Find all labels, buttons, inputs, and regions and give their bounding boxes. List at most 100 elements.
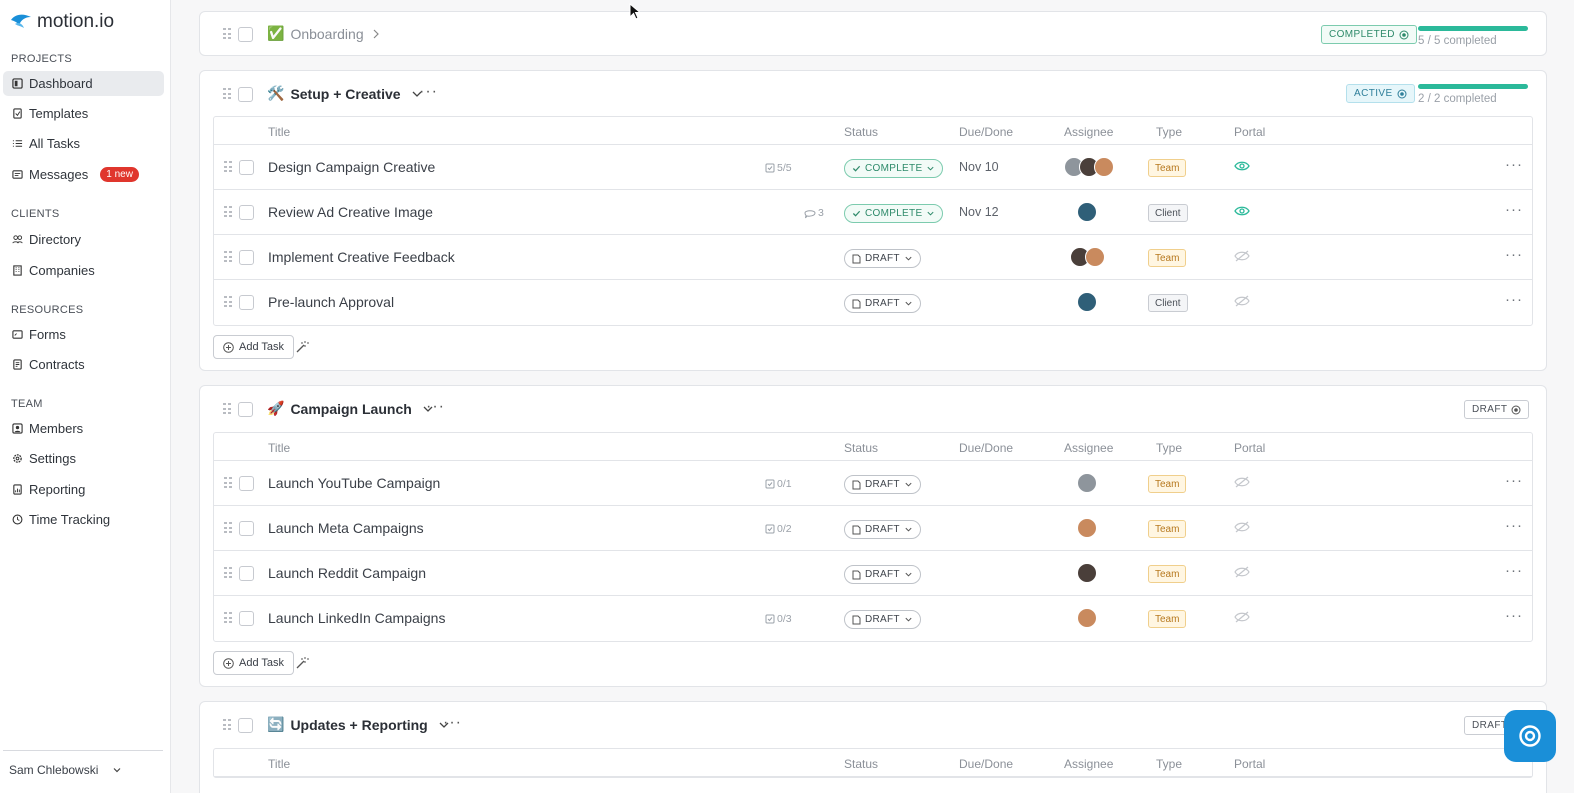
task-checkbox[interactable] (239, 521, 254, 536)
column-status[interactable]: Status (844, 125, 878, 139)
sidebar-item-contracts[interactable]: Contracts (3, 352, 164, 377)
column-portal[interactable]: Portal (1234, 125, 1265, 139)
sidebar-item-forms[interactable]: Forms (3, 322, 164, 347)
task-title[interactable]: Implement Creative Feedback (268, 249, 455, 265)
column-type[interactable]: Type (1156, 757, 1182, 771)
table-row[interactable]: Implement Creative Feedback DRAFT Team ·… (214, 235, 1532, 280)
task-title[interactable]: Launch Reddit Campaign (268, 565, 426, 581)
drag-handle-icon[interactable] (224, 296, 232, 308)
eye-off-icon[interactable] (1234, 294, 1250, 308)
assignee-avatars[interactable] (1077, 473, 1097, 493)
task-type-badge[interactable]: Team (1148, 610, 1187, 628)
project-checkbox[interactable] (238, 27, 253, 42)
sidebar-item-time-tracking[interactable]: Time Tracking (3, 507, 164, 532)
task-checkbox[interactable] (239, 205, 254, 220)
drag-handle-icon[interactable] (223, 403, 231, 415)
eye-off-icon[interactable] (1234, 610, 1250, 624)
project-status-badge[interactable]: COMPLETED (1321, 25, 1417, 44)
project-checkbox[interactable] (238, 402, 253, 417)
project-title[interactable]: 🛠️ Setup + Creative (267, 85, 423, 102)
task-title[interactable]: Launch YouTube Campaign (268, 475, 440, 491)
task-status-dropdown[interactable]: DRAFT (844, 475, 921, 494)
task-title[interactable]: Launch Meta Campaigns (268, 520, 424, 536)
eye-off-icon[interactable] (1234, 565, 1250, 579)
chevron-right-icon[interactable] (370, 28, 382, 40)
project-more-icon[interactable]: ··· (419, 83, 438, 101)
table-row[interactable]: Launch Meta Campaigns 0/2 DRAFT Team ··· (214, 506, 1532, 551)
column-due[interactable]: Due/Done (959, 441, 1013, 455)
table-row[interactable]: Launch LinkedIn Campaigns 0/3 DRAFT Team… (214, 596, 1532, 641)
table-row[interactable]: Pre-launch Approval DRAFT Client ··· (214, 280, 1532, 325)
sidebar-item-all-tasks[interactable]: All Tasks (3, 131, 164, 156)
help-chat-button[interactable] (1504, 710, 1556, 762)
task-type-badge[interactable]: Client (1148, 204, 1188, 222)
drag-handle-icon[interactable] (223, 719, 231, 731)
sidebar-item-templates[interactable]: Templates (3, 101, 164, 126)
column-portal[interactable]: Portal (1234, 441, 1265, 455)
task-type-badge[interactable]: Client (1148, 294, 1188, 312)
task-due-date[interactable]: Nov 10 (959, 160, 999, 174)
task-due-date[interactable]: Nov 12 (959, 205, 999, 219)
task-more-icon[interactable]: ··· (1505, 156, 1523, 173)
column-assignee[interactable]: Assignee (1064, 757, 1113, 771)
project-status-badge[interactable]: ACTIVE (1346, 84, 1415, 103)
column-assignee[interactable]: Assignee (1064, 125, 1113, 139)
add-task-button[interactable]: Add Task (213, 335, 295, 359)
table-row[interactable]: Launch Reddit Campaign DRAFT Team ··· (214, 551, 1532, 596)
drag-handle-icon[interactable] (224, 161, 232, 173)
project-more-icon[interactable]: ··· (443, 714, 462, 732)
task-more-icon[interactable]: ··· (1505, 472, 1523, 489)
table-row[interactable]: Launch YouTube Campaign 0/1 DRAFT Team ·… (214, 461, 1532, 506)
task-more-icon[interactable]: ··· (1505, 607, 1523, 624)
column-portal[interactable]: Portal (1234, 757, 1265, 771)
task-title[interactable]: Design Campaign Creative (268, 159, 435, 175)
task-status-dropdown[interactable]: COMPLETE (844, 204, 944, 223)
drag-handle-icon[interactable] (224, 522, 232, 534)
user-menu[interactable]: Sam Chlebowski (3, 750, 163, 789)
task-type-badge[interactable]: Team (1148, 475, 1187, 493)
eye-off-icon[interactable] (1234, 475, 1250, 489)
assignee-avatars[interactable] (1070, 247, 1105, 267)
project-checkbox[interactable] (238, 718, 253, 733)
project-status-badge[interactable]: DRAFT (1464, 400, 1530, 419)
task-checkbox[interactable] (239, 566, 254, 581)
task-type-badge[interactable]: Team (1148, 565, 1187, 583)
task-title[interactable]: Launch LinkedIn Campaigns (268, 610, 445, 626)
drag-handle-icon[interactable] (223, 88, 231, 100)
eye-off-icon[interactable] (1234, 520, 1250, 534)
eye-icon[interactable] (1234, 159, 1250, 173)
sidebar-item-directory[interactable]: Directory (3, 227, 164, 252)
drag-handle-icon[interactable] (224, 251, 232, 263)
task-status-dropdown[interactable]: DRAFT (844, 610, 921, 629)
task-status-dropdown[interactable]: DRAFT (844, 565, 921, 584)
column-due[interactable]: Due/Done (959, 757, 1013, 771)
table-row[interactable]: Design Campaign Creative 5/5 COMPLETE No… (214, 145, 1532, 190)
task-status-dropdown[interactable]: DRAFT (844, 249, 921, 268)
drag-handle-icon[interactable] (223, 28, 231, 40)
task-more-icon[interactable]: ··· (1505, 562, 1523, 579)
drag-handle-icon[interactable] (224, 206, 232, 218)
task-checkbox[interactable] (239, 611, 254, 626)
column-type[interactable]: Type (1156, 441, 1182, 455)
task-more-icon[interactable]: ··· (1505, 291, 1523, 308)
project-more-icon[interactable]: ··· (426, 398, 445, 416)
column-due[interactable]: Due/Done (959, 125, 1013, 139)
column-status[interactable]: Status (844, 757, 878, 771)
project-title[interactable]: ✅ Onboarding (267, 25, 382, 42)
task-more-icon[interactable]: ··· (1505, 517, 1523, 534)
eye-off-icon[interactable] (1234, 249, 1250, 263)
app-logo[interactable]: motion.io (9, 11, 114, 33)
task-status-dropdown[interactable]: DRAFT (844, 294, 921, 313)
column-status[interactable]: Status (844, 441, 878, 455)
task-title[interactable]: Review Ad Creative Image (268, 204, 433, 220)
sidebar-item-dashboard[interactable]: Dashboard (3, 71, 164, 96)
sidebar-item-members[interactable]: Members (3, 416, 164, 441)
task-checkbox[interactable] (239, 295, 254, 310)
task-status-dropdown[interactable]: COMPLETE (844, 159, 944, 178)
task-status-dropdown[interactable]: DRAFT (844, 520, 921, 539)
add-task-button[interactable]: Add Task (213, 651, 295, 675)
column-assignee[interactable]: Assignee (1064, 441, 1113, 455)
sidebar-item-messages[interactable]: Messages 1 new (3, 162, 164, 187)
assignee-avatars[interactable] (1077, 202, 1097, 222)
task-type-badge[interactable]: Team (1148, 249, 1187, 267)
